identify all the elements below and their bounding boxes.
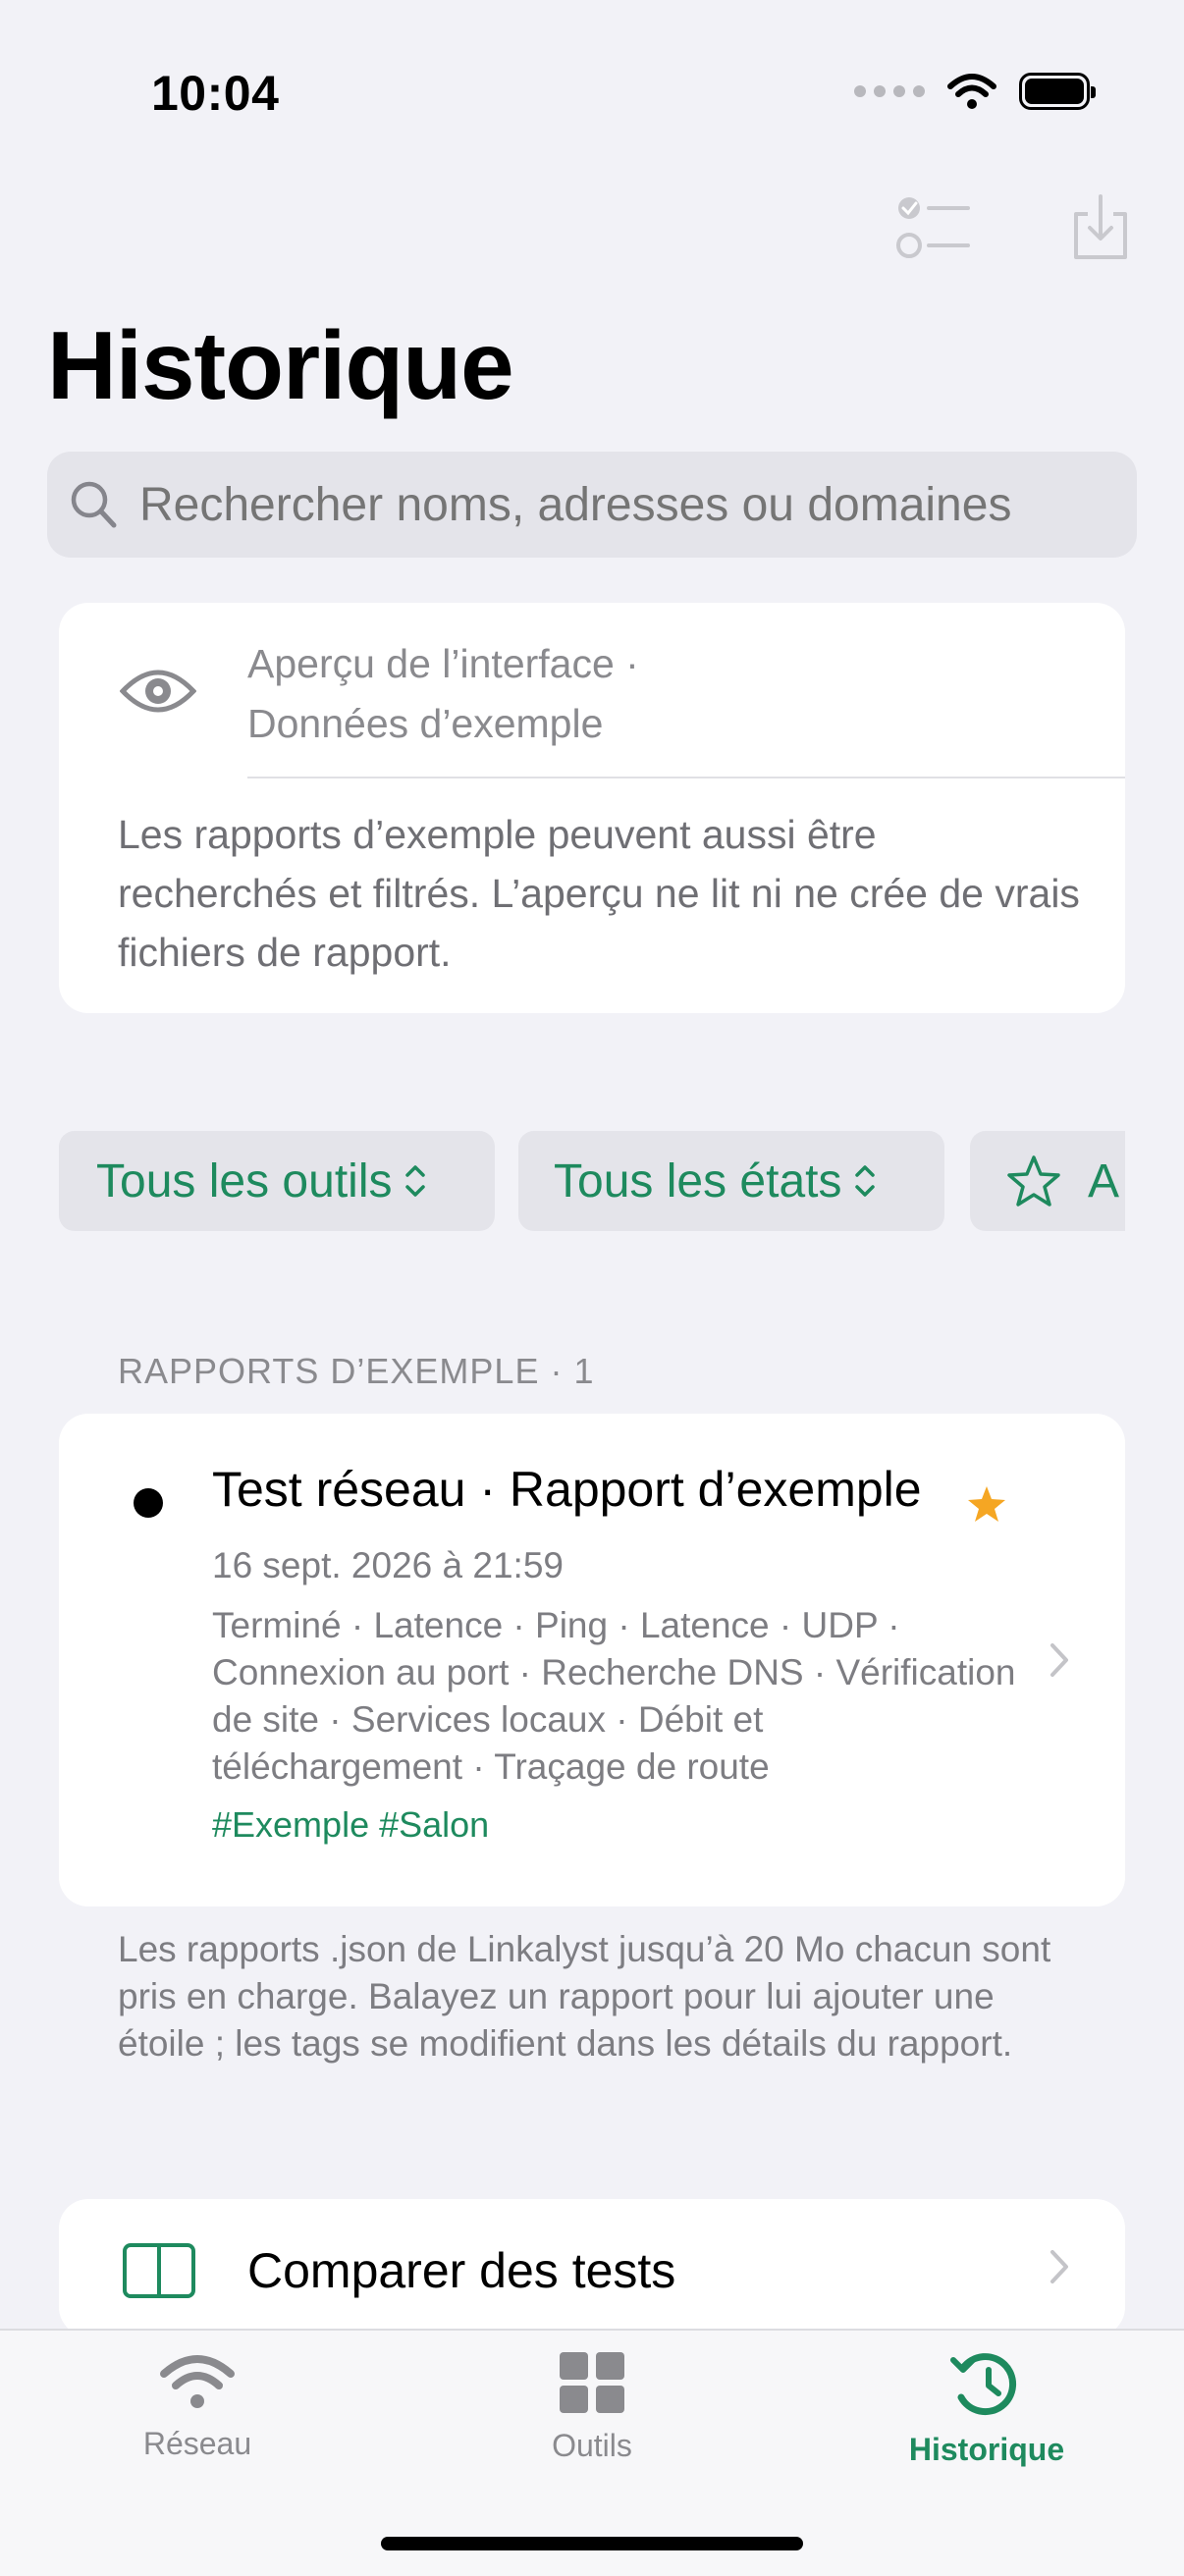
status-dot: [134, 1488, 163, 1518]
tab-historique[interactable]: Historique: [789, 2350, 1184, 2468]
star-outline-icon: [1007, 1155, 1060, 1207]
footnote-text: Les rapports .json de Linkalyst jusqu’à …: [118, 1929, 1051, 2064]
cellular-signal-icon: [854, 85, 925, 97]
preview-title-line2: Données d’exemple: [247, 701, 604, 746]
tab-label: Historique: [908, 2432, 1065, 2467]
search-icon: [71, 481, 117, 528]
search-bar[interactable]: [47, 452, 1137, 558]
page-title: Historique: [47, 311, 514, 419]
filter-states-label: Tous les états: [554, 1154, 842, 1208]
compare-tests-row[interactable]: Comparer des tests: [59, 2199, 1125, 2336]
status-time: 10:04: [151, 66, 280, 121]
report-row[interactable]: Test réseau · Rapport d’exemple 16 sept.…: [59, 1414, 1125, 1906]
report-title: Test réseau · Rapport d’exemple: [212, 1462, 922, 1517]
battery-icon: [1019, 73, 1096, 110]
report-tools: Terminé · Latence · Ping · Latence · UDP…: [212, 1605, 1016, 1787]
chevron-up-down-icon: [855, 1165, 876, 1197]
filter-favorites-label: A: [1088, 1154, 1120, 1208]
report-date: 16 sept. 2026 à 21:59: [212, 1545, 564, 1585]
wifi-status-icon: [947, 74, 996, 109]
tab-outils[interactable]: Outils: [395, 2350, 789, 2464]
compare-label: Comparer des tests: [247, 2243, 676, 2298]
eye-icon: [120, 670, 196, 713]
filter-tools-button[interactable]: Tous les outils: [59, 1131, 495, 1231]
filter-favorites-button[interactable]: A: [970, 1131, 1125, 1231]
chevron-right-icon: [1050, 2250, 1068, 2283]
filter-chips: Tous les outils Tous les états A: [59, 1131, 1125, 1233]
star-filled-icon: [968, 1486, 1005, 1522]
home-indicator: [381, 2537, 803, 2550]
search-input[interactable]: [139, 477, 1082, 532]
grid-icon: [560, 2352, 624, 2413]
preview-info-card: Aperçu de l’interface · Données d’exempl…: [59, 603, 1125, 1013]
tray-download-icon[interactable]: [1070, 192, 1131, 263]
section-header: RAPPORTS D’EXEMPLE · 1: [118, 1351, 595, 1391]
report-tags: #Exemple #Salon: [212, 1804, 490, 1845]
preview-description: Les rapports d’exemple peuvent aussi êtr…: [118, 812, 1080, 975]
tab-label: Réseau: [142, 2426, 252, 2461]
history-icon: [950, 2353, 1017, 2416]
status-icons: [854, 73, 1096, 110]
wifi-icon: [160, 2355, 235, 2408]
chevron-up-down-icon: [405, 1165, 426, 1197]
preview-title: Aperçu de l’interface · Données d’exempl…: [247, 634, 639, 754]
checklist-icon[interactable]: [895, 192, 970, 263]
filter-tools-label: Tous les outils: [96, 1154, 393, 1208]
split-view-icon: [123, 2243, 195, 2298]
chevron-right-icon: [1050, 1643, 1068, 1677]
tab-reseau[interactable]: Réseau: [0, 2350, 395, 2462]
divider: [247, 777, 1125, 778]
preview-title-line1: Aperçu de l’interface ·: [247, 641, 639, 686]
tab-label: Outils: [552, 2428, 632, 2463]
filter-states-button[interactable]: Tous les états: [518, 1131, 944, 1231]
